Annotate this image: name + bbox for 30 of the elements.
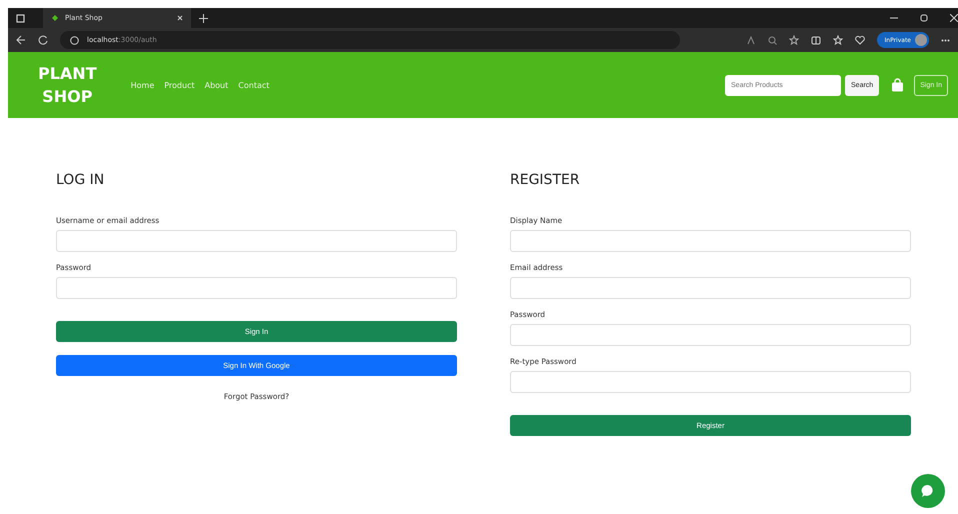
nav-link[interactable]: About — [204, 80, 228, 90]
more-icon[interactable] — [941, 38, 950, 42]
restore-icon[interactable] — [920, 14, 928, 22]
chat-button[interactable] — [911, 474, 945, 508]
register-title: REGISTER — [510, 172, 581, 188]
tab-actions-icon[interactable] — [16, 14, 25, 22]
nav-link[interactable]: Product — [164, 80, 195, 90]
input-field[interactable] — [56, 277, 457, 299]
input-field[interactable] — [510, 371, 911, 393]
input-field[interactable] — [56, 230, 457, 252]
split-screen-icon[interactable] — [810, 36, 820, 44]
close-window-icon[interactable] — [950, 14, 958, 22]
close-icon[interactable] — [177, 15, 183, 21]
star-icon[interactable] — [788, 35, 798, 45]
input-field[interactable] — [510, 324, 911, 346]
input-field[interactable] — [510, 230, 911, 252]
input-field[interactable] — [510, 277, 911, 299]
login-title: LOG IN — [56, 172, 106, 188]
favorites-icon[interactable] — [832, 35, 842, 45]
nav-link[interactable]: Contact — [238, 80, 270, 90]
new-tab-icon[interactable] — [199, 14, 208, 22]
info-icon — [70, 36, 79, 44]
shopping-bag-icon[interactable] — [891, 78, 904, 92]
back-icon[interactable] — [16, 35, 26, 45]
refresh-icon[interactable] — [38, 35, 48, 45]
heart-icon[interactable] — [854, 35, 864, 45]
avatar-icon — [915, 34, 927, 46]
nav-link[interactable]: Home — [130, 80, 154, 90]
brand-logo[interactable]: PLANT SHOP — [38, 62, 97, 108]
zoom-icon[interactable] — [768, 36, 776, 44]
